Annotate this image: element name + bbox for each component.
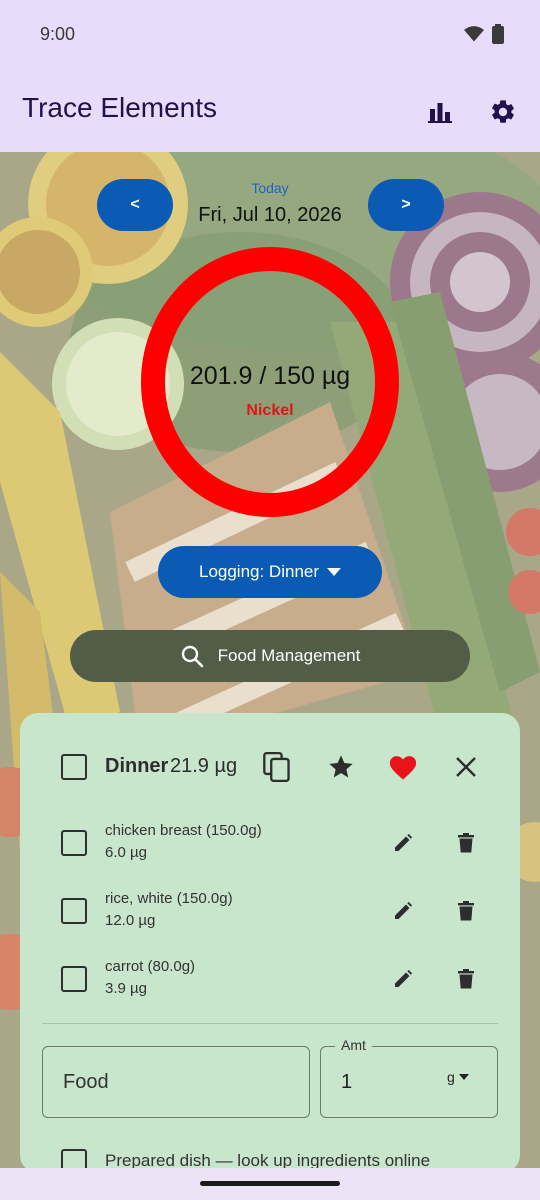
copy-meal-button[interactable] <box>257 747 297 787</box>
battery-icon <box>492 24 504 44</box>
app-title: Trace Elements <box>22 92 218 123</box>
delete-item-button-1[interactable] <box>446 823 486 863</box>
gear-icon <box>492 100 514 123</box>
amount-value: 1 <box>341 1071 353 1093</box>
next-day-button[interactable]: > <box>368 179 444 231</box>
element-name: Nickel <box>246 402 294 419</box>
intake-value: 201.9 / 150 µg <box>189 362 351 390</box>
meal-card: Dinner 21.9 µg chicken breast (150.0g) 6… <box>20 713 520 1173</box>
amount-label: Amt <box>335 1037 372 1053</box>
logging-meal-label: Logging: Dinner <box>198 562 320 581</box>
edit-item-button-1[interactable] <box>383 823 423 863</box>
logging-meal-dropdown[interactable]: Logging: Dinner <box>158 546 382 598</box>
item-value-1: 6.0 µg <box>105 844 148 861</box>
app-bar: Trace Elements <box>0 68 540 152</box>
edit-item-button-3[interactable] <box>383 959 423 999</box>
amount-input[interactable]: Amt 1 g <box>320 1037 498 1118</box>
status-bar: 9:00 <box>0 0 540 68</box>
dropdown-arrow-icon <box>458 1074 469 1080</box>
food-management-label: Food Management <box>217 646 361 665</box>
dropdown-arrow-icon <box>327 568 342 576</box>
status-icons <box>464 24 504 44</box>
status-time: 9:00 <box>40 24 76 44</box>
divider <box>42 1023 498 1024</box>
item-name-1: chicken breast (150.0g) <box>105 822 262 839</box>
heart-icon <box>389 756 417 780</box>
item-checkbox-2[interactable] <box>61 898 87 924</box>
item-value-3: 3.9 µg <box>105 980 148 997</box>
today-label: Today <box>251 180 289 196</box>
meal-title: Dinner <box>105 755 169 777</box>
trash-icon <box>458 901 474 921</box>
unit-value: g <box>447 1069 455 1085</box>
edit-item-button-2[interactable] <box>383 891 423 931</box>
food-input[interactable]: Food <box>42 1046 310 1118</box>
bar-chart-icon <box>428 103 452 123</box>
close-meal-button[interactable] <box>446 747 486 787</box>
star-icon <box>329 755 353 778</box>
item-checkbox-3[interactable] <box>61 966 87 992</box>
meal-amount: 21.9 µg <box>170 755 238 777</box>
unit-dropdown[interactable]: g <box>447 1069 469 1085</box>
trash-icon <box>458 969 474 989</box>
pencil-icon <box>395 901 413 919</box>
gesture-handle[interactable] <box>200 1181 340 1186</box>
delete-item-button-3[interactable] <box>446 959 486 999</box>
delete-item-button-2[interactable] <box>446 891 486 931</box>
current-date: Fri, Jul 10, 2026 <box>198 204 342 226</box>
item-checkbox-1[interactable] <box>61 830 87 856</box>
pencil-icon <box>395 833 413 851</box>
stats-button[interactable] <box>420 92 460 132</box>
item-name-2: rice, white (150.0g) <box>105 890 233 907</box>
food-management-button[interactable]: Food Management <box>70 630 470 682</box>
copy-icon <box>263 752 290 782</box>
trash-icon <box>458 833 474 853</box>
like-button[interactable] <box>383 747 423 787</box>
close-icon <box>456 757 476 777</box>
pencil-icon <box>395 969 413 987</box>
search-icon <box>181 645 203 668</box>
wifi-icon <box>464 26 484 42</box>
item-value-2: 12.0 µg <box>105 912 156 929</box>
favorite-star-button[interactable] <box>321 747 361 787</box>
settings-button[interactable] <box>483 92 523 132</box>
meal-select-checkbox[interactable] <box>61 754 87 780</box>
food-input-placeholder: Food <box>63 1071 109 1093</box>
item-name-3: carrot (80.0g) <box>105 958 196 975</box>
